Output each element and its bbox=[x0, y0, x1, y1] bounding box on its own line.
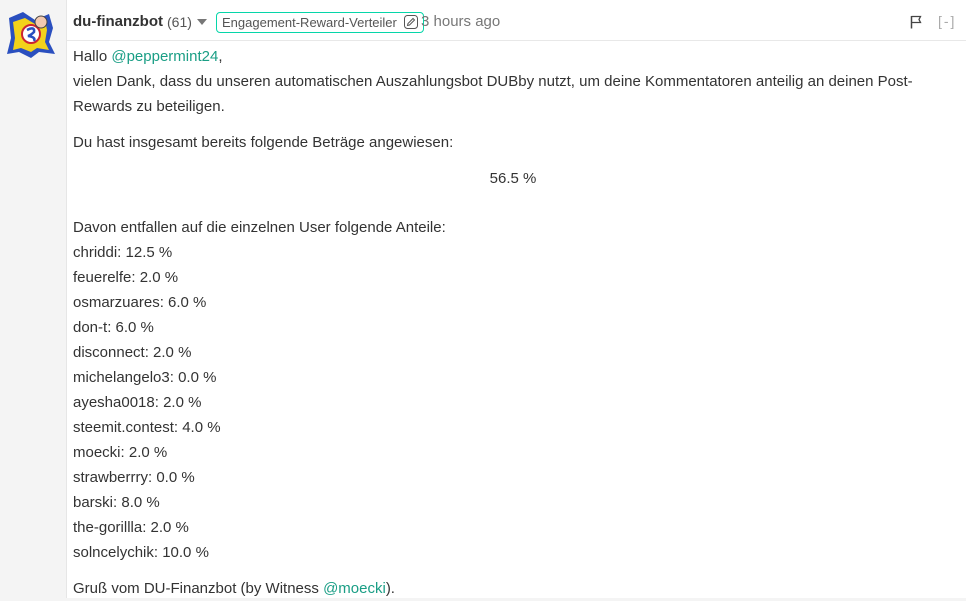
list-item: chriddi: 12.5 % bbox=[73, 244, 173, 261]
split-label: Davon entfallen auf die einzelnen User f… bbox=[73, 219, 446, 236]
greeting-line: Hallo @peppermint24, bbox=[73, 44, 953, 69]
list-item: michelangelo3: 0.0 % bbox=[73, 369, 217, 386]
intro-paragraph: vielen Dank, dass du unseren automatisch… bbox=[73, 73, 913, 115]
list-item: moecki: 2.0 % bbox=[73, 444, 168, 461]
greeting-suffix: , bbox=[218, 48, 223, 65]
list-item: disconnect: 2.0 % bbox=[73, 344, 192, 361]
list-item: steemit.contest: 4.0 % bbox=[73, 419, 221, 436]
mention-link[interactable]: @peppermint24 bbox=[111, 48, 218, 65]
footer-text: Gruß vom DU-Finanzbot (by Witness bbox=[73, 580, 324, 597]
list-item: solncelychik: 10.0 % bbox=[73, 544, 209, 561]
witness-mention-link[interactable]: @moecki bbox=[323, 580, 386, 597]
post-timestamp[interactable]: 3 hours ago bbox=[421, 13, 500, 30]
category-tag[interactable]: Engagement-Reward-Verteiler bbox=[216, 12, 424, 33]
comment-card: du-finanzbot (61) Engagement-Reward-Vert… bbox=[66, 0, 966, 598]
footer-line: Gruß vom DU-Finanzbot (by Witness @moeck… bbox=[73, 576, 953, 601]
greeting-text: Hallo bbox=[73, 48, 112, 65]
footer-suffix: ). bbox=[385, 580, 395, 597]
comment-body: Hallo @peppermint24, vielen Dank, dass d… bbox=[73, 44, 953, 601]
list-item: don-t: 6.0 % bbox=[73, 319, 154, 336]
list-item: osmarzuares: 6.0 % bbox=[73, 294, 207, 311]
list-item: strawberrry: 0.0 % bbox=[73, 469, 195, 486]
list-item: barski: 8.0 % bbox=[73, 494, 160, 511]
bot-avatar-icon bbox=[7, 12, 55, 58]
collapse-button[interactable]: [-] bbox=[938, 13, 956, 29]
comment-header: du-finanzbot (61) Engagement-Reward-Vert… bbox=[67, 0, 966, 41]
total-value: 56.5 % bbox=[489, 170, 537, 187]
total-label: Du hast insgesamt bereits folgende Beträ… bbox=[73, 134, 454, 151]
list-item: feuerelfe: 2.0 % bbox=[73, 269, 179, 286]
list-item: ayesha0018: 2.0 % bbox=[73, 394, 202, 411]
author-name[interactable]: du-finanzbot bbox=[73, 13, 163, 30]
pencil-icon bbox=[403, 15, 418, 29]
flag-icon[interactable] bbox=[910, 15, 922, 29]
category-tag-label: Engagement-Reward-Verteiler bbox=[222, 15, 397, 30]
avatar[interactable] bbox=[5, 8, 57, 60]
chevron-down-icon[interactable] bbox=[197, 19, 207, 25]
share-list: chriddi: 12.5 % feuerelfe: 2.0 % osmarzu… bbox=[73, 240, 953, 565]
author-reputation: (61) bbox=[167, 14, 192, 30]
list-item: the-gorillla: 2.0 % bbox=[73, 519, 189, 536]
